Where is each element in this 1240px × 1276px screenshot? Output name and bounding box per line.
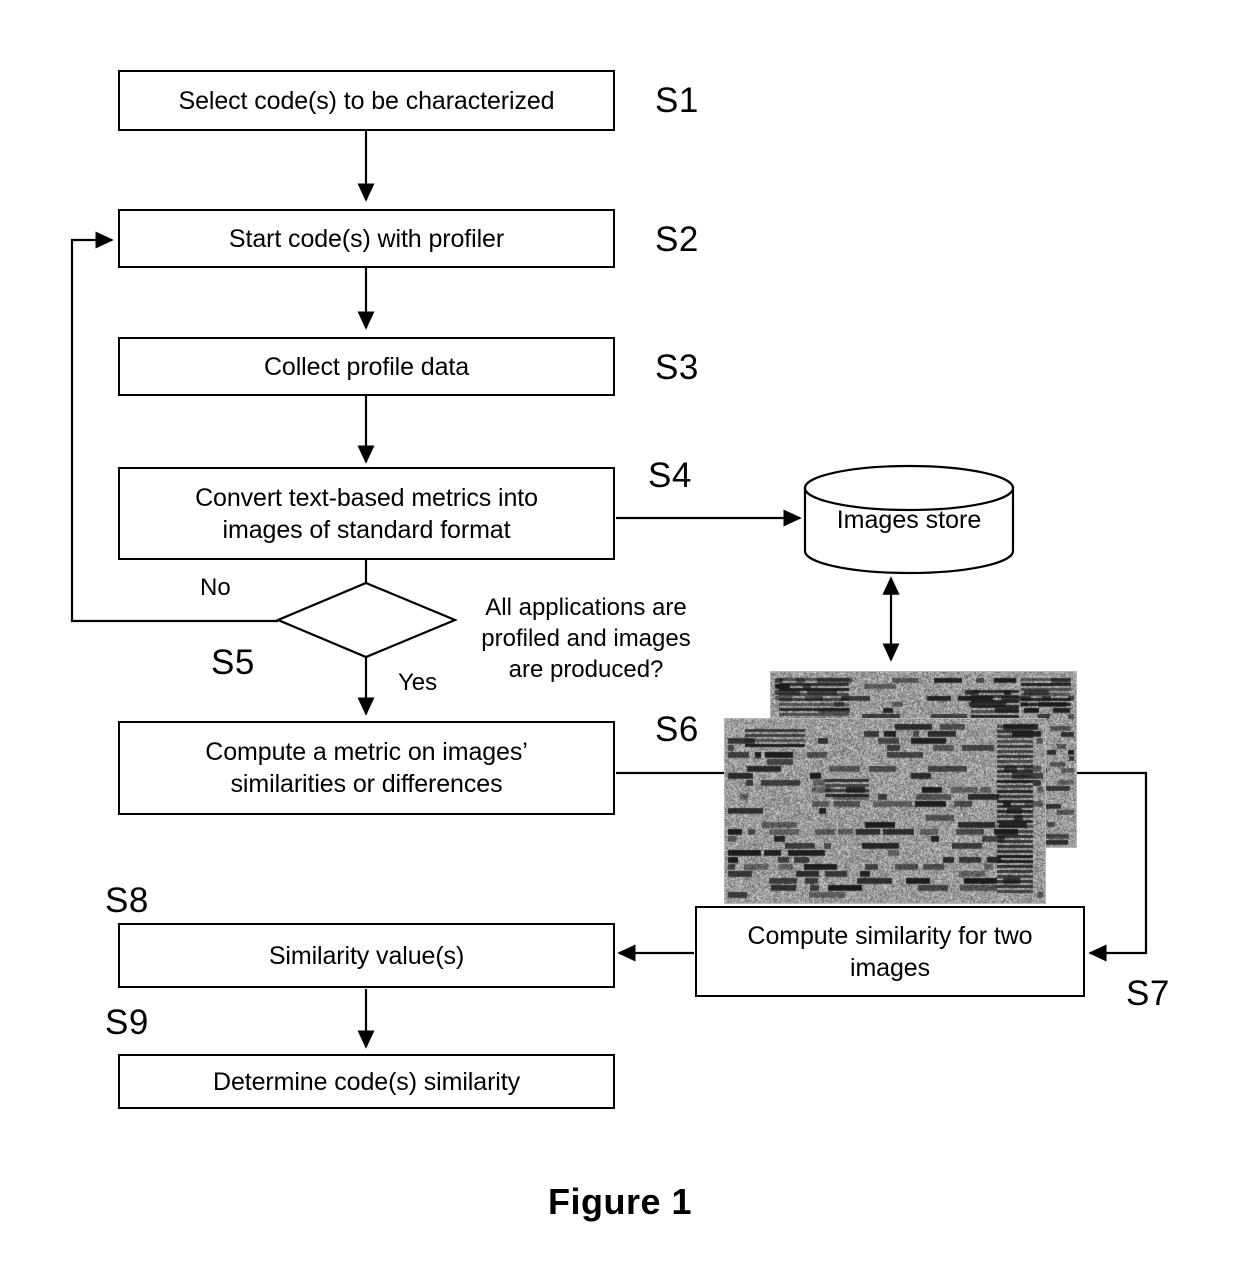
- decision-condition-line2: profiled and images: [481, 625, 691, 653]
- step-label-s6: S6: [655, 710, 699, 749]
- process-box-s8-label: Similarity value(s): [268, 941, 465, 970]
- step-label-s1: S1: [655, 81, 699, 120]
- process-box-s2[interactable]: Start code(s) with profiler: [118, 209, 615, 268]
- branch-label-no: No: [200, 574, 231, 601]
- process-box-s8[interactable]: Similarity value(s): [118, 923, 615, 988]
- figure-canvas: Select code(s) to be characterized Start…: [0, 0, 1240, 1276]
- process-box-s4-label-line1: Convert text-based metrics into: [195, 483, 538, 512]
- process-box-s6-label-line2: similarities or differences: [230, 770, 503, 798]
- step-label-s7: S7: [1126, 974, 1170, 1013]
- step-label-s3: S3: [655, 348, 699, 387]
- step-label-s8: S8: [105, 881, 149, 920]
- decision-condition-line1: All applications are: [485, 594, 687, 621]
- edge-s5-no-feedback: [70, 231, 278, 623]
- process-box-s2-label: Start code(s) with profiler: [228, 224, 505, 253]
- decision-diamond-s5: [275, 581, 458, 659]
- images-store-label: Images store: [836, 506, 982, 534]
- process-box-s4-label-line2: images of standard format: [222, 515, 511, 544]
- process-box-s9-label: Determine code(s) similarity: [213, 1067, 520, 1096]
- process-box-s3[interactable]: Collect profile data: [118, 337, 615, 396]
- decision-condition-text: All applications are profiled and images…: [466, 592, 706, 686]
- process-box-s4[interactable]: Convert text-based metrics into images o…: [118, 467, 615, 560]
- process-box-s9[interactable]: Determine code(s) similarity: [118, 1054, 615, 1109]
- process-box-s3-label: Collect profile data: [263, 352, 470, 381]
- branch-label-yes: Yes: [398, 669, 438, 696]
- step-label-s2: S2: [655, 220, 699, 259]
- process-box-s6[interactable]: Compute a metric on images’ similarities…: [118, 721, 615, 815]
- step-label-s5: S5: [211, 643, 255, 682]
- decision-condition-line3: are produced?: [508, 656, 664, 684]
- step-label-s4: S4: [648, 456, 692, 495]
- profile-image-thumbnail-front: [724, 718, 1046, 904]
- process-box-s7[interactable]: Compute similarity for two images: [695, 906, 1085, 997]
- process-box-s1-label: Select code(s) to be characterized: [178, 86, 555, 115]
- process-box-s7-label-line1: Compute similarity for two: [747, 921, 1033, 950]
- step-label-s9: S9: [105, 1003, 149, 1042]
- process-box-s7-label-line2: images: [850, 953, 930, 982]
- process-box-s1[interactable]: Select code(s) to be characterized: [118, 70, 615, 131]
- process-box-s6-label-line1: Compute a metric on images’: [205, 738, 528, 766]
- figure-caption: Figure 1: [547, 1181, 693, 1222]
